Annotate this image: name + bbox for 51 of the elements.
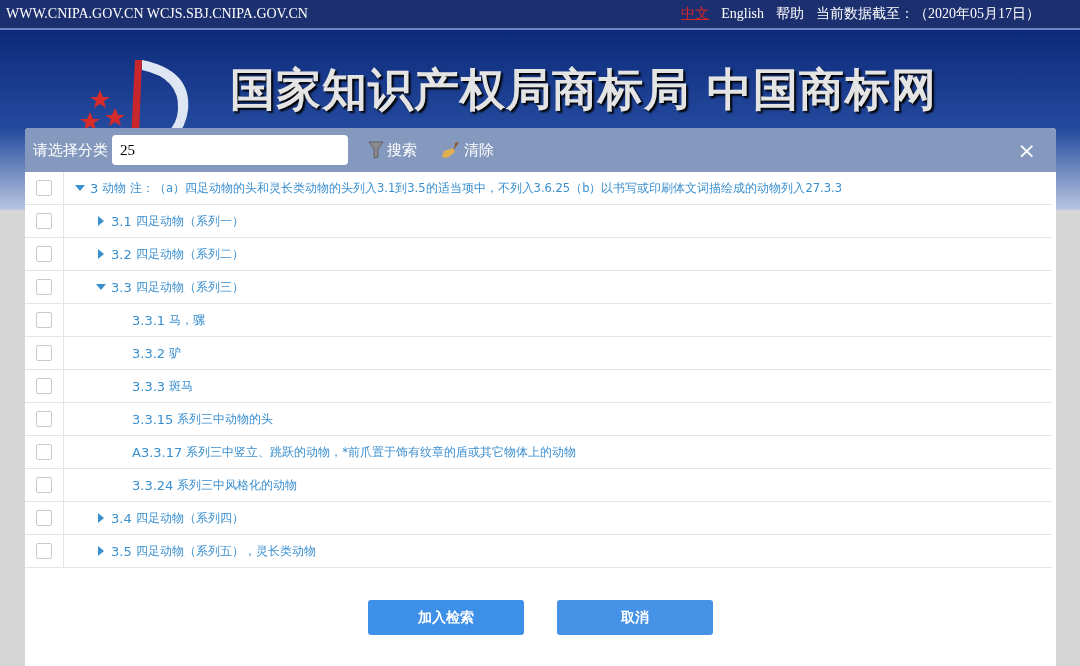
class-code[interactable]: 3.3.24 bbox=[132, 477, 174, 493]
checkbox[interactable] bbox=[36, 180, 52, 196]
class-label[interactable]: 四足动物（系列五），灵长类动物 bbox=[135, 543, 316, 559]
site-urls: WWW.CNIPA.GOV.CN WCJS.SBJ.CNIPA.GOV.CN bbox=[6, 6, 308, 22]
checkbox[interactable] bbox=[36, 279, 52, 295]
class-label[interactable]: 四足动物（系列三） bbox=[135, 279, 244, 295]
checkbox[interactable] bbox=[36, 312, 52, 328]
class-label[interactable]: 四足动物（系列四） bbox=[135, 510, 244, 526]
class-label[interactable]: 驴 bbox=[169, 345, 182, 361]
checkbox[interactable] bbox=[36, 543, 52, 559]
clear-button[interactable]: 清除 bbox=[431, 140, 504, 160]
close-button[interactable]: × bbox=[1005, 137, 1048, 163]
class-label[interactable]: 四足动物（系列二） bbox=[135, 246, 244, 262]
checkbox[interactable] bbox=[36, 246, 52, 262]
broom-icon bbox=[441, 141, 461, 159]
class-code[interactable]: 3.3.1 bbox=[132, 312, 166, 328]
class-code[interactable]: 3.1 bbox=[111, 213, 132, 229]
checkbox[interactable] bbox=[36, 378, 52, 394]
filter-icon bbox=[368, 141, 384, 159]
language-link[interactable]: 中文 bbox=[681, 5, 710, 23]
help-link[interactable]: 帮助 bbox=[776, 5, 804, 23]
search-button[interactable]: 搜索 bbox=[358, 140, 427, 160]
checkbox[interactable] bbox=[36, 411, 52, 427]
class-label[interactable]: 动物 注：（a）四足动物的头和灵长类动物的头列入3.1到3.5的适当项中，不列入3.6.25（b）以书写或印刷体文词描绘成的动物列入27.3.3 bbox=[102, 180, 843, 196]
class-label[interactable]: 系列三中竖立、跳跃的动物，*前爪置于饰有纹章的盾或其它物体上的动物 bbox=[186, 444, 576, 460]
language-link[interactable]: English bbox=[721, 6, 764, 22]
class-label[interactable]: 系列三中风格化的动物 bbox=[177, 477, 298, 493]
class-label[interactable]: 马，骡 bbox=[169, 312, 206, 328]
checkbox[interactable] bbox=[36, 345, 52, 361]
class-code[interactable]: 3.5 bbox=[111, 543, 132, 559]
add-to-search-button[interactable]: 加入检索 bbox=[368, 600, 524, 635]
search-label: 请选择分类 bbox=[33, 140, 108, 160]
class-code[interactable]: 3 bbox=[90, 180, 99, 196]
class-search-field[interactable]: 25 bbox=[112, 135, 348, 165]
class-code[interactable]: 3.3.2 bbox=[132, 345, 166, 361]
class-code[interactable]: 3.3.3 bbox=[132, 378, 166, 394]
class-code[interactable]: 3.2 bbox=[111, 246, 132, 262]
class-label[interactable]: 四足动物（系列一） bbox=[135, 213, 244, 229]
site-title: 国家知识产权局商标局 中国商标网 bbox=[230, 62, 937, 118]
class-label[interactable]: 斑马 bbox=[169, 378, 194, 394]
cancel-button[interactable]: 取消 bbox=[557, 600, 713, 635]
class-label[interactable]: 系列三中动物的头 bbox=[177, 411, 274, 427]
checkbox[interactable] bbox=[36, 444, 52, 460]
checkbox[interactable] bbox=[36, 510, 52, 526]
class-code[interactable]: 3.4 bbox=[111, 510, 132, 526]
class-code[interactable]: 3.3.15 bbox=[132, 411, 174, 427]
checkbox[interactable] bbox=[36, 213, 52, 229]
data-date: 当前数据截至：（2020年05月17日） bbox=[816, 5, 1040, 23]
checkbox[interactable] bbox=[36, 477, 52, 493]
class-code[interactable]: 3.3 bbox=[111, 279, 132, 295]
class-code[interactable]: A3.3.17 bbox=[132, 444, 183, 460]
